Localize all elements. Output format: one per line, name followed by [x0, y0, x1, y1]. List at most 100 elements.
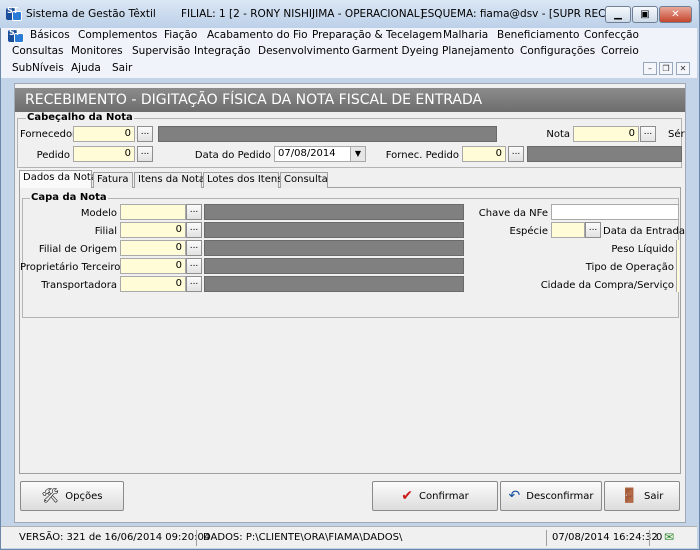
menu-confeccao[interactable]: Confecção [584, 29, 639, 41]
transportadora-input[interactable]: 0 [120, 276, 186, 292]
opcoes-button[interactable]: 🛠 Opções [20, 481, 124, 511]
proprietario-lookup-button[interactable]: ... [186, 258, 202, 274]
fornecedor-input[interactable]: 0 [73, 126, 135, 142]
filial-origem-lookup-button[interactable]: ... [186, 240, 202, 256]
transportadora-lookup-button[interactable]: ... [186, 276, 202, 292]
pedido-lookup-button[interactable]: ... [137, 146, 153, 162]
tab-label: Lotes dos Itens [207, 174, 283, 185]
menu-integracao[interactable]: Integração [194, 45, 250, 57]
confirmar-button[interactable]: ✔ Confirmar [372, 481, 498, 511]
menu-acabamento-fio[interactable]: Acabamento do Fio [207, 29, 308, 41]
menu-consultas[interactable]: Consultas [12, 45, 63, 57]
nota-label: Nota [546, 129, 570, 140]
chevron-down-icon[interactable]: ▼ [350, 147, 365, 161]
tab-label: Itens da Nota [138, 174, 206, 185]
mdi-restore-button[interactable]: ❐ [659, 62, 673, 75]
minimize-button[interactable]: ▁ [605, 6, 631, 23]
data-pedido-value: 07/08/2014 [278, 148, 336, 159]
maximize-button[interactable]: ▣ [632, 6, 658, 23]
chave-nfe-input[interactable] [551, 204, 679, 220]
modelo-label: Modelo [80, 208, 117, 219]
menu-malharia[interactable]: Malharia [443, 29, 488, 41]
filial-origem-input[interactable]: 0 [120, 240, 186, 256]
menu-garment-dyeing[interactable]: Garment Dyeing [352, 45, 439, 57]
fornec-pedido-lookup-button[interactable]: ... [508, 146, 524, 162]
especie-label: Espécie [509, 226, 548, 237]
desconfirmar-button[interactable]: ↶ Desconfirmar [500, 481, 602, 511]
peso-liquido-label: Peso Líquido [611, 244, 674, 255]
filial-origem-desc-display [204, 240, 464, 256]
minimize-icon: ▁ [614, 9, 622, 20]
title-bar: ST Sistema de Gestão Têxtil FILIAL: 1 [2… [0, 0, 698, 28]
pedido-label: Pedido [36, 150, 70, 161]
filial-input[interactable]: 0 [120, 222, 186, 238]
fornecedor-name-display [158, 126, 497, 142]
modelo-lookup-button[interactable]: ... [186, 204, 202, 220]
close-icon: ✕ [671, 9, 680, 20]
restore-icon: ▣ [640, 9, 650, 20]
menu-logo-icon: ST [8, 28, 24, 44]
menu-basicos[interactable]: Básicos [30, 29, 70, 41]
filial-origem-label: Filial de Origem [38, 244, 117, 255]
menu-subniveis[interactable]: SubNíveis [12, 62, 64, 74]
menu-desenvolvimento[interactable]: Desenvolvimento [258, 45, 350, 57]
close-button[interactable]: ✕ [659, 6, 692, 23]
tab-fatura[interactable]: Fatura [93, 172, 133, 188]
capa-group-label: Capa da Nota [30, 192, 108, 203]
menu-beneficiamento[interactable]: Beneficiamento [497, 29, 579, 41]
mdi-close-button[interactable]: ✕ [676, 62, 690, 75]
opcoes-label: Opções [65, 490, 103, 502]
mdi-minimize-button[interactable]: – [643, 62, 657, 75]
version-info: VERSÃO: 321 de 16/06/2014 09:20:04 [19, 532, 211, 543]
data-pedido-label: Data do Pedido [194, 150, 271, 161]
menu-preparacao-tecelagem[interactable]: Preparação & Tecelagem [312, 29, 442, 41]
pedido-input[interactable]: 0 [73, 146, 135, 162]
menu-supervisao[interactable]: Supervisão [132, 45, 190, 57]
proprietario-input[interactable]: 0 [120, 258, 186, 274]
nota-lookup-button[interactable]: ... [640, 126, 656, 142]
tab-lotes-dos-itens[interactable]: Lotes dos Itens [203, 172, 283, 188]
status-separator [649, 530, 650, 546]
form-title: RECEBIMENTO - DIGITAÇÃO FÍSICA DA NOTA F… [15, 88, 685, 112]
menu-monitores[interactable]: Monitores [71, 45, 123, 57]
mail-icon[interactable]: ✉ [664, 530, 674, 544]
menu-planejamento[interactable]: Planejamento [442, 45, 514, 57]
status-separator [546, 530, 547, 546]
fornecedor-label: Fornecedor [20, 129, 77, 140]
header-group-label: Cabeçalho da Nota [26, 112, 134, 123]
data-path-info: DADOS: P:\CLIENTE\ORA\FIAMA\DADOS\ [203, 532, 403, 543]
tab-consulta[interactable]: Consulta [280, 172, 328, 188]
tab-label: Consulta [284, 174, 328, 185]
tab-label: Dados da Nota [23, 172, 97, 183]
menu-configuracoes[interactable]: Configurações [520, 45, 595, 57]
modelo-input[interactable] [120, 204, 186, 220]
filial-desc-display [204, 222, 464, 238]
menu-sair[interactable]: Sair [112, 62, 132, 74]
tab-label: Fatura [97, 174, 129, 185]
tab-itens-da-nota[interactable]: Itens da Nota [134, 172, 206, 188]
menu-ajuda[interactable]: Ajuda [71, 62, 101, 74]
confirmar-label: Confirmar [419, 490, 469, 502]
menu-fiacao[interactable]: Fiação [164, 29, 197, 41]
app-title: Sistema de Gestão Têxtil [26, 8, 156, 20]
nota-input[interactable]: 0 [573, 126, 639, 142]
menu-correio[interactable]: Correio [601, 45, 639, 57]
menu-complementos[interactable]: Complementos [78, 29, 157, 41]
especie-input[interactable] [551, 222, 585, 238]
cidade-compra-label: Cidade da Compra/Serviço [540, 280, 674, 291]
mail-count: 0 [656, 532, 663, 543]
fornec-pedido-label: Fornec. Pedido [385, 150, 459, 161]
especie-lookup-button[interactable]: ... [585, 222, 601, 238]
transportadora-label: Transportadora [41, 280, 117, 291]
fornecedor-lookup-button[interactable]: ... [137, 126, 153, 142]
filial-lookup-button[interactable]: ... [186, 222, 202, 238]
sair-label: Sair [644, 490, 664, 502]
chave-nfe-label: Chave da NFe [478, 208, 548, 219]
exit-door-icon: 🚪 [620, 488, 639, 504]
right-inputs-edge [676, 240, 679, 292]
filial-info: FILIAL: 1 [2 - RONY NISHIJIMA - OPERACIO… [181, 8, 424, 20]
fornec-pedido-input[interactable]: 0 [462, 146, 506, 162]
sair-button[interactable]: 🚪 Sair [604, 481, 680, 511]
status-bar: VERSÃO: 321 de 16/06/2014 09:20:04 DADOS… [1, 526, 697, 548]
tab-dados-da-nota[interactable]: Dados da Nota [19, 170, 97, 188]
